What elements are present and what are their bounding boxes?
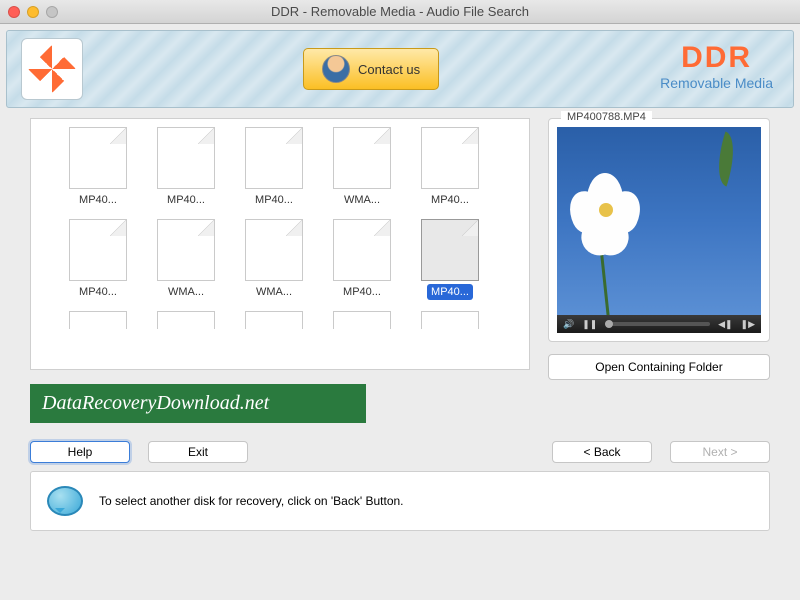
file-label: WMA... xyxy=(164,284,208,300)
file-icon xyxy=(157,127,215,189)
contact-label: Contact us xyxy=(358,62,420,77)
speech-bubble-icon xyxy=(47,486,83,516)
file-label: MP40... xyxy=(427,284,473,300)
watermark-banner: DataRecoveryDownload.net xyxy=(30,384,366,423)
zoom-icon xyxy=(46,6,58,18)
file-label: MP40... xyxy=(339,284,385,300)
preview-group: MP400788.MP4 🔊 ❚❚ ◀❚ ❚▶ xyxy=(548,118,770,342)
file-item[interactable]: MP40... xyxy=(411,127,489,211)
file-item[interactable] xyxy=(323,311,401,329)
brand-block: DDR Removable Media xyxy=(660,41,773,91)
file-icon xyxy=(333,311,391,329)
file-item[interactable] xyxy=(59,311,137,329)
close-icon[interactable] xyxy=(8,6,20,18)
window-title: DDR - Removable Media - Audio File Searc… xyxy=(271,4,529,19)
file-icon xyxy=(157,311,215,329)
hint-box: To select another disk for recovery, cli… xyxy=(30,471,770,531)
next-icon[interactable]: ❚▶ xyxy=(741,319,755,330)
file-item[interactable]: MP40... xyxy=(411,219,489,303)
brand-subtitle: Removable Media xyxy=(660,75,773,91)
person-icon xyxy=(322,55,350,83)
file-item[interactable]: MP40... xyxy=(59,219,137,303)
file-label: MP40... xyxy=(75,284,121,300)
preview-panel: MP400788.MP4 🔊 ❚❚ ◀❚ ❚▶ Open Containing … xyxy=(548,118,770,380)
nav-row: Help Exit < Back Next > xyxy=(0,423,800,469)
help-button[interactable]: Help xyxy=(30,441,130,463)
file-icon xyxy=(245,311,303,329)
open-containing-folder-button[interactable]: Open Containing Folder xyxy=(548,354,770,380)
file-label: MP40... xyxy=(427,192,473,208)
file-grid: MP40... MP40... MP40... WMA... MP40... MP40..… xyxy=(59,127,521,329)
file-item[interactable] xyxy=(147,311,225,329)
file-item[interactable]: WMA... xyxy=(323,127,401,211)
titlebar: DDR - Removable Media - Audio File Searc… xyxy=(0,0,800,24)
file-icon xyxy=(245,127,303,189)
file-icon xyxy=(69,127,127,189)
file-icon xyxy=(421,311,479,329)
file-item[interactable] xyxy=(411,311,489,329)
file-list-panel: MP40... MP40... MP40... WMA... MP40... MP40..… xyxy=(30,118,530,370)
file-icon xyxy=(69,311,127,329)
file-label: MP40... xyxy=(251,192,297,208)
window-controls xyxy=(8,6,58,18)
leaf-shape xyxy=(709,131,742,186)
contact-us-button[interactable]: Contact us xyxy=(303,48,439,90)
file-label: WMA... xyxy=(252,284,296,300)
preview-image xyxy=(557,127,761,315)
file-item[interactable]: WMA... xyxy=(235,219,313,303)
hint-text: To select another disk for recovery, cli… xyxy=(99,494,404,508)
brand-title: DDR xyxy=(660,41,773,75)
logo-icon xyxy=(28,45,76,93)
file-icon xyxy=(69,219,127,281)
file-icon xyxy=(421,219,479,281)
progress-bar[interactable] xyxy=(605,322,710,326)
media-controls[interactable]: 🔊 ❚❚ ◀❚ ❚▶ xyxy=(557,315,761,333)
back-button[interactable]: < Back xyxy=(552,441,652,463)
file-label: MP40... xyxy=(75,192,121,208)
file-item[interactable]: MP40... xyxy=(147,127,225,211)
main-area: MP40... MP40... MP40... WMA... MP40... MP40..… xyxy=(0,114,800,380)
file-icon xyxy=(245,219,303,281)
file-item[interactable] xyxy=(235,311,313,329)
file-icon xyxy=(333,127,391,189)
file-item[interactable]: MP40... xyxy=(59,127,137,211)
header-banner: Contact us DDR Removable Media xyxy=(6,30,794,108)
file-icon xyxy=(157,219,215,281)
file-label: WMA... xyxy=(340,192,384,208)
file-icon xyxy=(333,219,391,281)
volume-icon[interactable]: 🔊 xyxy=(563,319,574,330)
minimize-icon[interactable] xyxy=(27,6,39,18)
file-item[interactable]: MP40... xyxy=(323,219,401,303)
file-item[interactable]: MP40... xyxy=(235,127,313,211)
exit-button[interactable]: Exit xyxy=(148,441,248,463)
next-button[interactable]: Next > xyxy=(670,441,770,463)
pause-icon[interactable]: ❚❚ xyxy=(582,319,597,330)
app-logo xyxy=(21,38,83,100)
file-label: MP40... xyxy=(163,192,209,208)
preview-filename: MP400788.MP4 xyxy=(561,111,652,123)
file-icon xyxy=(421,127,479,189)
prev-icon[interactable]: ◀❚ xyxy=(718,319,732,330)
file-item[interactable]: WMA... xyxy=(147,219,225,303)
